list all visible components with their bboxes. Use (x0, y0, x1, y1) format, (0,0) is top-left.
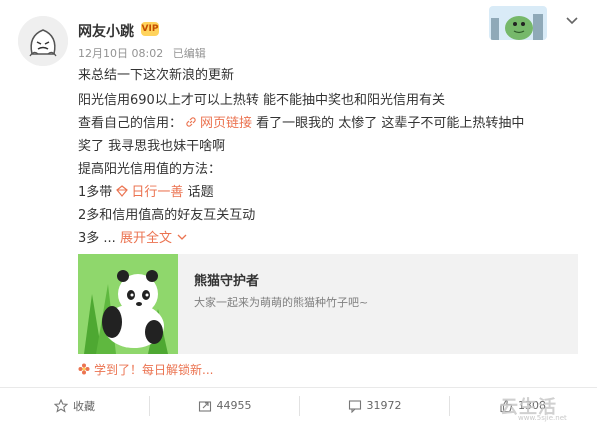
star-icon (54, 398, 68, 413)
learned-banner[interactable]: 学到了！每日解锁新... (78, 361, 213, 378)
post-line-6-prefix: 1多带 (78, 185, 113, 200)
post-meta: 12月10日 08:02 已编辑 (78, 45, 212, 61)
post-line-8-prefix: 3多 ... (78, 231, 120, 246)
post-line-3-prefix: 查看自己的信用： (78, 116, 183, 131)
comment-button[interactable]: 31972 (300, 388, 449, 423)
panda-thumbnail (78, 254, 178, 354)
favorite-label: 收藏 (73, 399, 95, 413)
chevron-down-icon[interactable] (564, 12, 580, 28)
repost-button[interactable]: 44955 (150, 388, 299, 423)
post-line-1: 来总结一下这次新浪的更新 (78, 68, 235, 83)
learned-label[interactable]: 学到了！每日解锁新... (94, 363, 213, 377)
chevron-down-small-icon (177, 234, 187, 240)
share-card-description: 大家一起来为萌萌的熊猫种竹子吧~ (194, 296, 369, 309)
post-line-6: 1多带 日行一善 话题 (78, 184, 214, 202)
post-line-3-suffix: 看了一眼我的 太惨了 这辈子不可能上热转抽中 (252, 116, 525, 131)
comment-icon (348, 399, 361, 413)
flower-icon (78, 363, 90, 375)
web-link-label[interactable]: 网页链接 (200, 116, 252, 131)
topic-label[interactable]: 日行一善 (131, 185, 183, 200)
repost-icon (198, 400, 211, 412)
post-line-4: 奖了 我寻思我也妹干啥啊 (78, 139, 226, 154)
watermark-url: www.5sjie.net (518, 414, 567, 422)
post-line-5: 提高阳光信用值的方法： (78, 162, 222, 177)
post-time[interactable]: 12月10日 08:02 (78, 47, 163, 60)
comment-count: 31972 (366, 399, 402, 412)
avatar-face-icon (18, 16, 68, 66)
panda-icon (78, 254, 178, 354)
topic-link[interactable]: 日行一善 (116, 185, 183, 200)
author-name[interactable]: 网友小跳 (78, 21, 134, 41)
post-line-6-suffix: 话题 (183, 185, 214, 200)
expand-label[interactable]: 展开全文 (120, 231, 172, 246)
avatar[interactable] (18, 16, 68, 66)
edited-label: 已编辑 (172, 47, 206, 60)
expand-full-text-link[interactable]: 展开全文 (120, 231, 188, 246)
post-line-7: 2多和信用值高的好友互关互动 (78, 208, 256, 223)
post-line-2: 阳光信用690以上才可以上热转 能不能抽中奖也和阳光信用有关 (78, 93, 445, 108)
topic-diamond-icon (116, 185, 129, 197)
dinosaur-sticker-icon (489, 6, 547, 40)
vip-badge-icon[interactable]: VIP (141, 22, 159, 36)
favorite-button[interactable]: 收藏 (0, 388, 149, 423)
share-card[interactable]: 熊猫守护者 大家一起来为萌萌的熊猫种竹子吧~ (78, 254, 578, 354)
share-card-title[interactable]: 熊猫守护者 (194, 270, 259, 289)
post-line-3: 查看自己的信用： 网页链接 看了一眼我的 太惨了 这辈子不可能上热转抽中 (78, 115, 524, 133)
repost-count: 44955 (216, 399, 252, 412)
post-line-8: 3多 ... 展开全文 (78, 230, 188, 248)
decoration-card[interactable] (489, 6, 547, 40)
web-link[interactable]: 网页链接 (182, 116, 252, 131)
link-icon (186, 117, 196, 127)
